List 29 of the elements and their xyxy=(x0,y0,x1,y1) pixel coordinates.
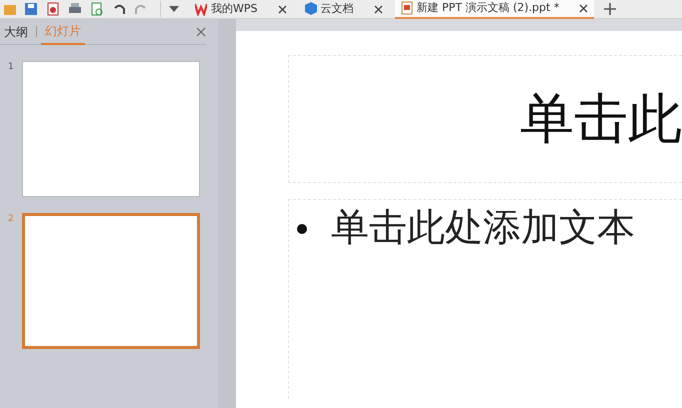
tab-label: 新建 PPT 演示文稿 (2).ppt * xyxy=(416,0,560,16)
document-tab[interactable]: 云文档 xyxy=(298,0,388,18)
panel-tab[interactable]: 大纲 xyxy=(0,20,32,44)
slide-title: 单击此 xyxy=(520,92,682,146)
slide-thumbnail[interactable] xyxy=(22,61,200,197)
undo-icon[interactable] xyxy=(112,2,126,16)
document-tab[interactable]: 新建 PPT 演示文稿 (2).ppt * xyxy=(394,0,594,18)
close-icon[interactable] xyxy=(374,4,382,14)
slide-number: 2 xyxy=(8,213,15,226)
cube-icon xyxy=(304,2,316,16)
close-icon[interactable] xyxy=(278,4,286,14)
bullet-icon xyxy=(297,224,307,234)
body-placeholder[interactable]: 单击此处添加文本 xyxy=(288,199,682,399)
close-icon[interactable] xyxy=(579,4,588,12)
print-icon[interactable] xyxy=(68,2,82,16)
add-tab-icon[interactable] xyxy=(604,3,616,15)
slide-number: 1 xyxy=(8,61,15,74)
document-icon xyxy=(400,1,412,15)
body-text: 单击此处添加文本 xyxy=(331,208,635,246)
document-tab[interactable]: 我的WPS xyxy=(189,0,292,18)
pdf-icon[interactable] xyxy=(46,2,60,16)
w-logo-icon xyxy=(195,2,207,16)
tab-label: 我的WPS xyxy=(211,1,258,17)
save-icon[interactable] xyxy=(24,2,38,16)
preview-icon[interactable] xyxy=(90,2,104,16)
dropdown-icon[interactable] xyxy=(169,5,179,13)
title-placeholder[interactable]: 单击此 xyxy=(288,55,682,183)
tab-label: 云文档 xyxy=(320,1,354,17)
slide-thumbnail[interactable] xyxy=(22,213,200,349)
